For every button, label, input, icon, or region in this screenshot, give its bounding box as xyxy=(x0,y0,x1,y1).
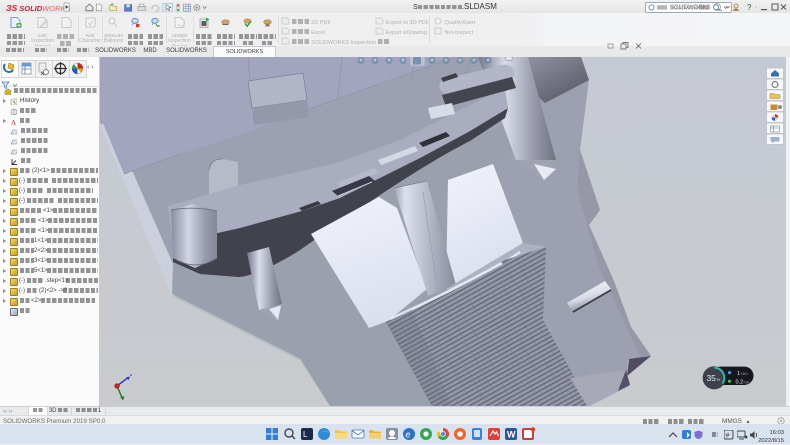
svg-text:35: 35 xyxy=(707,373,717,383)
svg-text:e: e xyxy=(406,430,411,440)
svg-text:A: A xyxy=(11,119,16,125)
svg-text:KB/s: KB/s xyxy=(744,380,752,384)
svg-text:%: % xyxy=(717,377,721,382)
svg-text:SOLIDWORKS: SOLIDWORKS xyxy=(670,5,711,11)
svg-text:W: W xyxy=(507,430,516,440)
svg-text:·: · xyxy=(755,4,757,11)
svg-text:#: # xyxy=(726,433,730,440)
svg-text:?: ? xyxy=(747,3,752,12)
svg-text:KB/s: KB/s xyxy=(741,372,749,376)
svg-text:L: L xyxy=(303,430,308,439)
svg-text:0.2: 0.2 xyxy=(736,379,744,385)
